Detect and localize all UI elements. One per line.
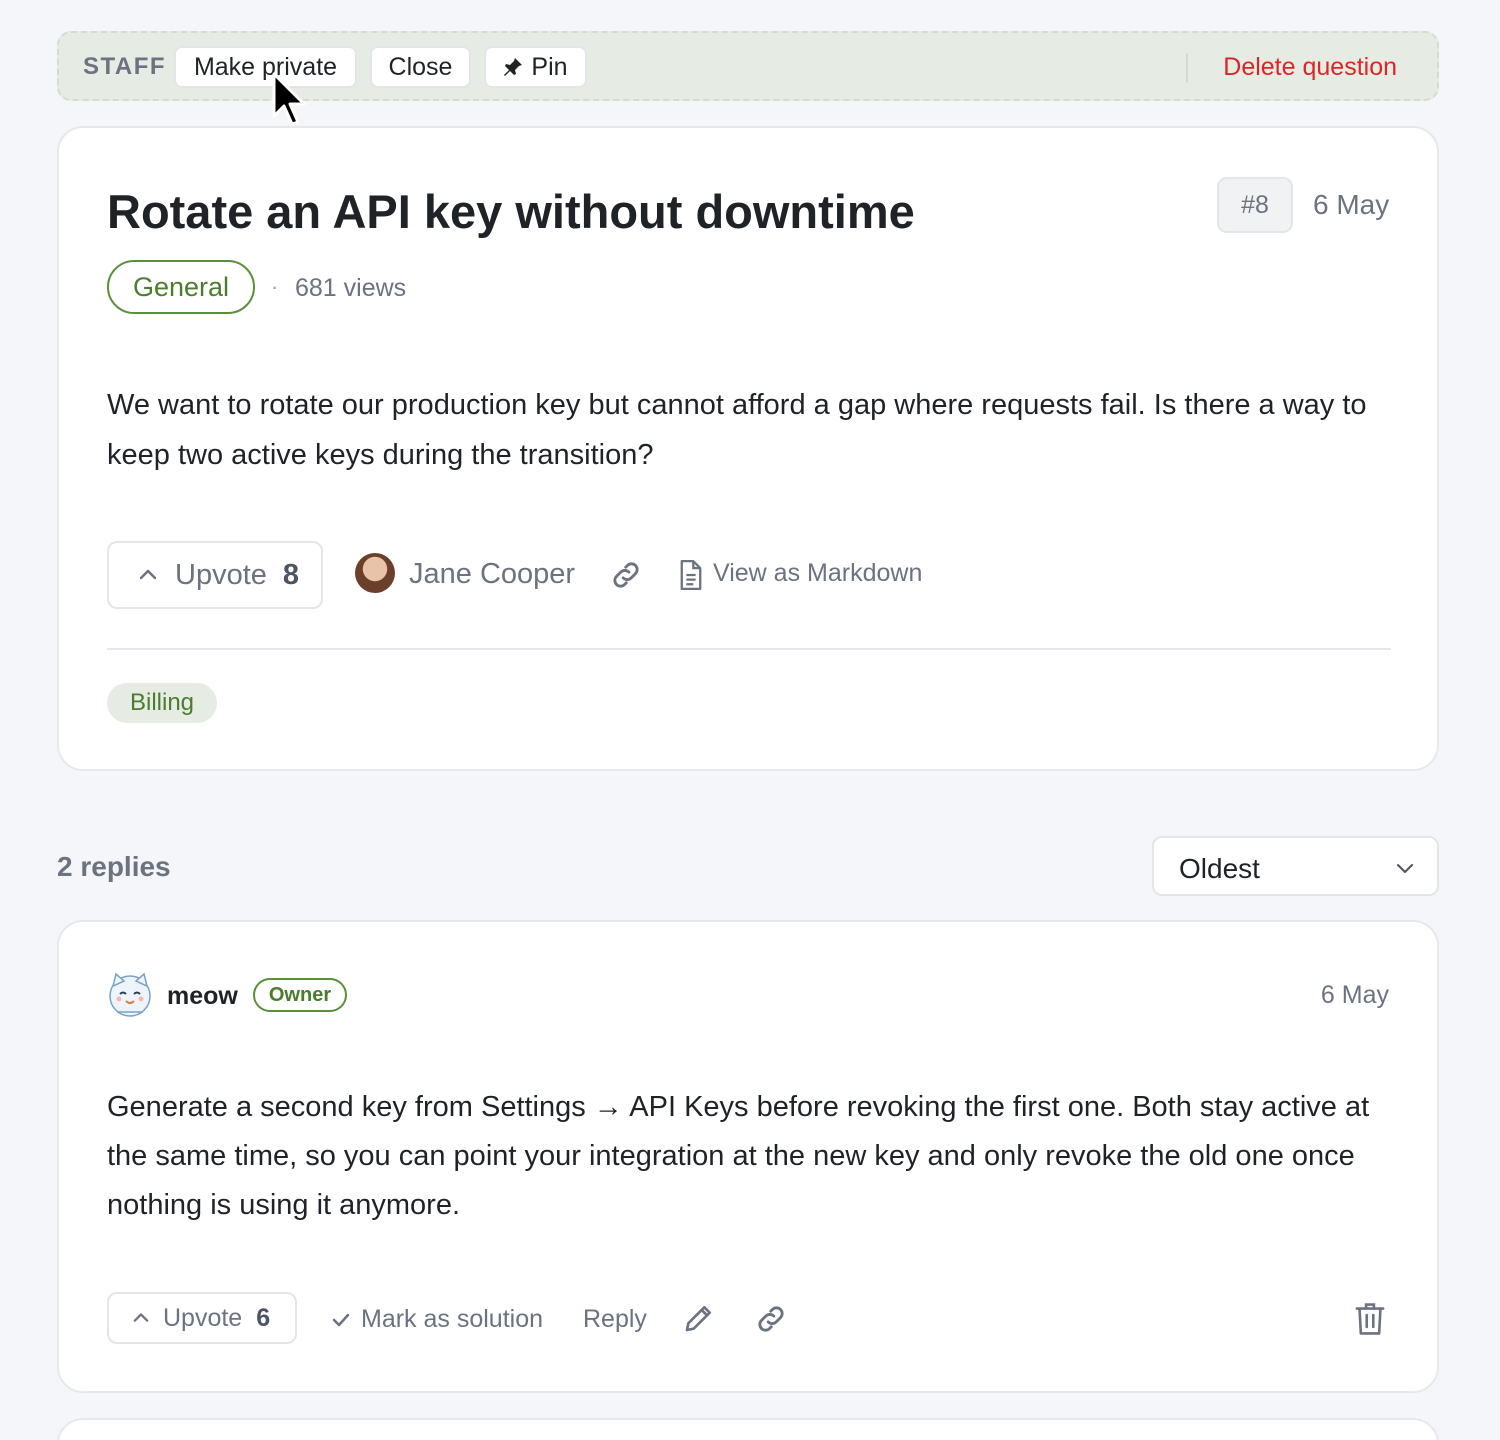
question-body: We want to rotate our production key but… (107, 389, 1367, 471)
mark-as-solution-label: Mark as solution (361, 1305, 544, 1333)
close-label: Close (388, 52, 453, 81)
question-upvote-button[interactable]: Upvote 8 (107, 541, 323, 609)
reply-author-name[interactable]: meow (167, 982, 238, 1011)
card-divider (107, 648, 1391, 650)
view-as-markdown-link[interactable]: View as Markdown (713, 559, 922, 588)
upvote-count: 8 (282, 558, 300, 591)
upvote-label: Upvote (175, 558, 267, 591)
view-count: 681 views (295, 274, 407, 302)
staff-toolbar: STAFF Make private Close Pin Delete ques… (57, 31, 1439, 101)
sort-value: Oldest (1179, 853, 1260, 884)
pin-icon (504, 58, 523, 76)
sort-dropdown[interactable]: Oldest (1152, 836, 1439, 896)
reply-date: 6 May (1320, 981, 1389, 1009)
pencil-icon[interactable] (683, 1302, 715, 1334)
meta-separator: · (271, 274, 279, 299)
chevron-up-icon (139, 569, 157, 580)
author-name[interactable]: Jane Cooper (409, 558, 575, 591)
mouse-cursor-icon (272, 72, 306, 126)
pin-button[interactable]: Pin (484, 46, 587, 88)
make-private-button[interactable]: Make private (174, 46, 357, 88)
question-number-badge: #8 (1217, 177, 1293, 233)
mark-as-solution-button[interactable]: Mark as solution (331, 1305, 543, 1334)
reply-card (57, 1418, 1439, 1440)
owner-badge: Owner (253, 978, 347, 1012)
staff-label: STAFF (83, 53, 167, 80)
cat-avatar-icon[interactable] (107, 972, 153, 1018)
make-private-label: Make private (193, 52, 338, 81)
link-icon[interactable] (609, 558, 643, 592)
category-pill[interactable]: General (107, 260, 255, 314)
reply-upvote-button[interactable]: Upvote 6 (107, 1292, 297, 1344)
chevron-down-icon (1397, 864, 1413, 873)
chevron-up-icon (133, 1313, 149, 1322)
reply-button[interactable]: Reply (583, 1305, 647, 1334)
replies-count: 2 replies (57, 851, 171, 882)
close-button[interactable]: Close (370, 46, 471, 88)
trash-icon[interactable] (1355, 1302, 1385, 1336)
tag-pill[interactable]: Billing (107, 683, 217, 723)
question-card: Rotate an API key without downtime #8 6 … (57, 126, 1439, 771)
check-icon (332, 1313, 350, 1326)
document-icon (680, 560, 702, 590)
link-icon[interactable] (754, 1302, 788, 1336)
question-title: Rotate an API key without downtime (107, 185, 915, 238)
upvote-count: 6 (256, 1303, 271, 1332)
staff-divider (1186, 53, 1188, 83)
reply-body: Generate a second key from Settings → AP… (107, 1091, 1370, 1221)
pin-label: Pin (531, 52, 568, 81)
question-date: 6 May (1313, 189, 1390, 220)
upvote-label: Upvote (163, 1303, 243, 1332)
author-avatar[interactable] (355, 553, 395, 593)
delete-question-button[interactable]: Delete question (1223, 53, 1397, 82)
reply-card: meow Owner 6 May Generate a second key f… (57, 920, 1439, 1393)
